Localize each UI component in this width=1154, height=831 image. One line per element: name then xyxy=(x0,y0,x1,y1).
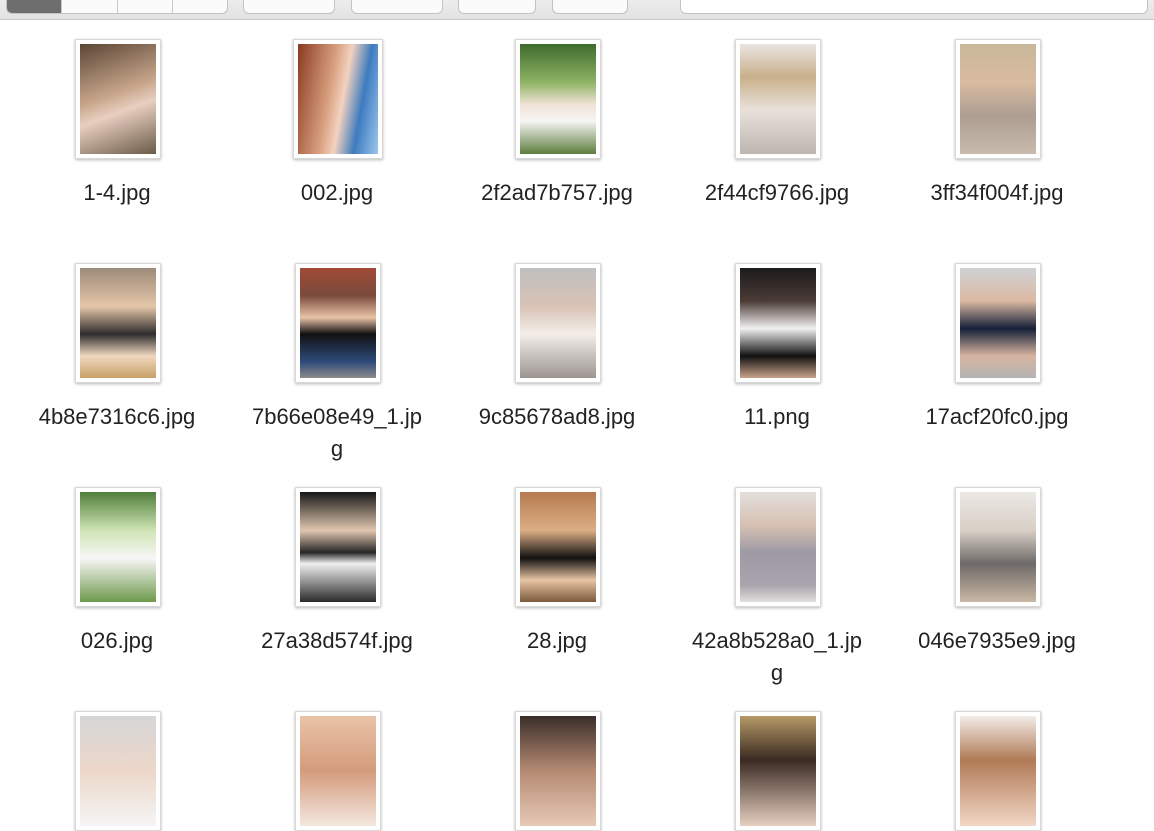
file-item[interactable]: 026.jpg xyxy=(7,468,227,692)
file-item[interactable]: 4b8e7316c6.jpg xyxy=(7,244,227,468)
image-thumbnail[interactable] xyxy=(955,39,1041,159)
file-item[interactable] xyxy=(7,692,227,831)
file-name[interactable]: 2f2ad7b757.jpg xyxy=(447,177,667,209)
column-view-button[interactable] xyxy=(118,0,173,13)
file-item[interactable]: 9c85678ad8.jpg xyxy=(447,244,667,468)
image-thumbnail[interactable] xyxy=(515,487,601,607)
gallery-view-button[interactable] xyxy=(173,0,227,13)
image-thumbnail[interactable] xyxy=(515,711,601,831)
file-item[interactable] xyxy=(227,692,447,831)
image-thumbnail[interactable] xyxy=(515,263,601,383)
file-name[interactable]: 42a8b528a0_1.jpg xyxy=(687,625,867,689)
file-item[interactable] xyxy=(667,692,887,831)
file-name[interactable]: 11.png xyxy=(667,401,887,433)
image-thumbnail[interactable] xyxy=(955,263,1041,383)
view-mode-segmented-control[interactable] xyxy=(6,0,228,14)
image-thumbnail[interactable] xyxy=(735,487,821,607)
image-thumbnail[interactable] xyxy=(295,263,381,383)
file-item[interactable]: 046e7935e9.jpg xyxy=(887,468,1107,692)
search-field[interactable] xyxy=(680,0,1148,14)
image-thumbnail[interactable] xyxy=(75,487,161,607)
image-thumbnail[interactable] xyxy=(955,487,1041,607)
icon-view-button[interactable] xyxy=(7,0,63,13)
image-thumbnail[interactable] xyxy=(515,39,601,159)
file-item[interactable] xyxy=(447,692,667,831)
image-thumbnail[interactable] xyxy=(75,711,161,831)
file-name[interactable]: 17acf20fc0.jpg xyxy=(887,401,1107,433)
file-name[interactable]: 27a38d574f.jpg xyxy=(227,625,447,657)
file-item[interactable]: 11.png xyxy=(667,244,887,468)
image-thumbnail[interactable] xyxy=(295,487,381,607)
image-thumbnail[interactable] xyxy=(955,711,1041,831)
file-name[interactable]: 9c85678ad8.jpg xyxy=(447,401,667,433)
action-button[interactable] xyxy=(351,0,443,14)
file-name[interactable]: 002.jpg xyxy=(227,177,447,209)
file-item[interactable]: 2f44cf9766.jpg xyxy=(667,20,887,244)
image-thumbnail[interactable] xyxy=(735,39,821,159)
file-item[interactable]: 1-4.jpg xyxy=(7,20,227,244)
file-icon-grid: 1-4.jpg 002.jpg 2f2ad7b757.jpg 2f44cf976… xyxy=(0,20,1154,831)
file-name[interactable]: 026.jpg xyxy=(7,625,227,657)
file-name[interactable]: 3ff34f004f.jpg xyxy=(887,177,1107,209)
file-item[interactable]: 2f2ad7b757.jpg xyxy=(447,20,667,244)
image-thumbnail[interactable] xyxy=(75,263,161,383)
file-item[interactable]: 28.jpg xyxy=(447,468,667,692)
file-item[interactable] xyxy=(887,692,1107,831)
file-item[interactable]: 7b66e08e49_1.jpg xyxy=(227,244,447,468)
file-name[interactable]: 2f44cf9766.jpg xyxy=(667,177,887,209)
group-by-button[interactable] xyxy=(243,0,335,14)
file-item[interactable]: 42a8b528a0_1.jpg xyxy=(667,468,887,692)
file-name[interactable]: 7b66e08e49_1.jpg xyxy=(247,401,427,465)
image-thumbnail[interactable] xyxy=(75,39,161,159)
image-thumbnail[interactable] xyxy=(295,711,381,831)
file-name[interactable]: 28.jpg xyxy=(447,625,667,657)
tags-button[interactable] xyxy=(552,0,628,14)
file-name[interactable]: 4b8e7316c6.jpg xyxy=(7,401,227,433)
file-item[interactable]: 17acf20fc0.jpg xyxy=(887,244,1107,468)
image-thumbnail[interactable] xyxy=(735,263,821,383)
file-item[interactable]: 002.jpg xyxy=(227,20,447,244)
file-name[interactable]: 046e7935e9.jpg xyxy=(887,625,1107,657)
file-item[interactable]: 27a38d574f.jpg xyxy=(227,468,447,692)
image-thumbnail[interactable] xyxy=(735,711,821,831)
file-name[interactable]: 1-4.jpg xyxy=(7,177,227,209)
finder-toolbar xyxy=(0,0,1154,20)
image-thumbnail[interactable] xyxy=(293,39,383,159)
share-button[interactable] xyxy=(458,0,536,14)
list-view-button[interactable] xyxy=(62,0,118,13)
file-item[interactable]: 3ff34f004f.jpg xyxy=(887,20,1107,244)
